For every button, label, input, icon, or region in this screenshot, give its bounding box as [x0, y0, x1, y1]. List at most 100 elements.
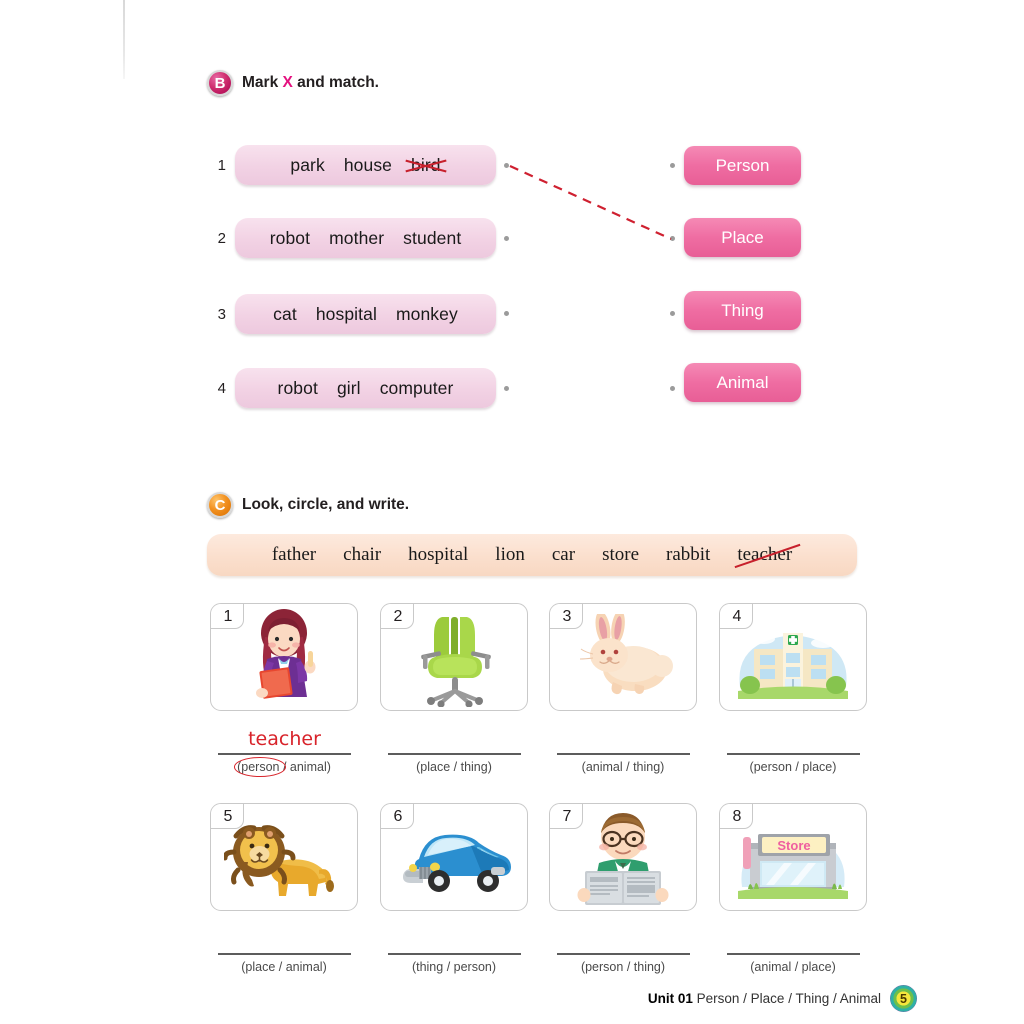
word-house-2: house [343, 154, 393, 175]
bank-word-rabbit: rabbit [666, 544, 711, 565]
row-number-3: 3 [217, 306, 226, 323]
word-group-4[interactable]: robot girl computer [235, 368, 496, 408]
choice-text-1[interactable]: (person / animal) [204, 757, 364, 777]
row-number-1: 1 [217, 157, 226, 174]
choice-5-option-b[interactable]: animal [286, 960, 323, 974]
bank-word-hospital: hospital [408, 544, 469, 565]
choice-4-option-b[interactable]: place [802, 760, 832, 774]
section-b-title-x: X [282, 74, 293, 91]
svg-text:Store: Store [777, 838, 810, 853]
connector-dot-row-1[interactable] [504, 163, 509, 168]
answer-line-2 [388, 753, 521, 755]
choice-2-option-a[interactable]: place [420, 760, 450, 774]
picture-card-8[interactable]: Store 8 [719, 803, 867, 911]
word-group-2[interactable]: robot mother student [235, 218, 496, 258]
choice-3-option-a[interactable]: animal [586, 760, 623, 774]
answer-text-1[interactable]: teacher [218, 728, 351, 750]
answer-line-6 [388, 953, 521, 955]
card-8-number: 8 [732, 808, 742, 825]
bank-word-father: father [271, 544, 317, 565]
section-c-header: C Look, circle, and write. [207, 492, 409, 518]
word-mother: mother [329, 227, 385, 248]
card-1-number: 1 [223, 608, 233, 625]
category-button-place[interactable]: Place [684, 218, 801, 257]
category-button-thing[interactable]: Thing [684, 291, 801, 330]
section-b-header: B Mark X and match. [207, 70, 379, 96]
bank-word-lion: lion [495, 544, 525, 565]
word-group-4-words: robot girl computer [278, 378, 454, 399]
word-robot-2: robot [277, 377, 318, 398]
card-5-number: 5 [223, 808, 233, 825]
choice-7-option-a[interactable]: person [585, 960, 623, 974]
word-group-3-words: cat hospital monkey [273, 304, 458, 325]
card-6-number: 6 [393, 808, 403, 825]
choice-1-option-a[interactable]: person [234, 757, 287, 777]
row-number-2: 2 [217, 230, 226, 247]
page-footer: Unit 01 Person / Place / Thing / Animal … [648, 985, 917, 1012]
word-bank-words: father chair hospital lion car store rabbit tea… [272, 544, 792, 566]
connector-dot-row-4[interactable] [504, 386, 509, 391]
word-group-1[interactable]: parkhousehousebird [235, 145, 496, 185]
section-b-title-prefix: Mark [242, 74, 283, 91]
choice-8-option-b[interactable]: place [802, 960, 832, 974]
row-number-4: 4 [217, 380, 226, 397]
word-bird: bird [411, 154, 441, 175]
choice-1-option-b[interactable]: animal [290, 760, 327, 774]
connector-dot-row-2[interactable] [504, 236, 509, 241]
choice-8-option-a[interactable]: animal [754, 960, 791, 974]
choice-4-option-a[interactable]: person [754, 760, 792, 774]
choice-text-5[interactable]: (place / animal) [204, 960, 364, 974]
picture-card-7[interactable]: 7 [549, 803, 697, 911]
choice-7-option-b[interactable]: thing [634, 960, 661, 974]
picture-card-4[interactable]: 4 [719, 603, 867, 711]
category-button-animal[interactable]: Animal [684, 363, 801, 402]
choice-6-option-b[interactable]: person [454, 960, 492, 974]
choice-text-7[interactable]: (person / thing) [543, 960, 703, 974]
word-bank[interactable]: father chair hospital lion car store rabbit tea… [207, 534, 857, 576]
connector-dot-animal[interactable] [670, 386, 675, 391]
word-computer: computer [379, 377, 454, 398]
section-c-title: Look, circle, and write. [242, 496, 410, 513]
card-2-number: 2 [393, 608, 403, 625]
binding-line [123, 0, 125, 79]
choice-5-option-a[interactable]: place [245, 960, 275, 974]
section-b-badge: B [207, 70, 233, 96]
word-group-3[interactable]: cat hospital monkey [235, 294, 496, 334]
footer-label: Unit 01 Person / Place / Thing / Animal [648, 991, 881, 1006]
word-robot: robot [269, 227, 311, 248]
connector-dot-person[interactable] [670, 163, 675, 168]
answer-line-8 [727, 953, 860, 955]
workbook-page: B Mark X and match. 1 2 3 4 parkhousehou… [0, 0, 1024, 1024]
word-monkey: monkey [395, 303, 458, 324]
choice-2-option-b[interactable]: thing [461, 760, 488, 774]
choice-6-option-a[interactable]: thing [416, 960, 443, 974]
bank-word-store: store [602, 544, 639, 565]
bank-word-teacher: teacher [737, 544, 793, 565]
word-cat: cat [273, 303, 297, 324]
match-line-row1-place [509, 164, 672, 241]
connector-dot-thing[interactable] [670, 311, 675, 316]
picture-card-2[interactable]: 2 [380, 603, 528, 711]
card-4-number: 4 [732, 608, 742, 625]
picture-card-3[interactable]: 3 [549, 603, 697, 711]
word-hospital: hospital [315, 303, 377, 324]
picture-card-6[interactable]: 6 [380, 803, 528, 911]
connector-dot-place[interactable] [670, 236, 675, 241]
picture-card-1[interactable]: 1 [210, 603, 358, 711]
answer-line-5 [218, 953, 351, 955]
word-group-2-words: robot mother student [270, 228, 462, 249]
answer-line-3 [557, 753, 690, 755]
answer-line-1 [218, 753, 351, 755]
footer-unit: Unit 01 [647, 991, 693, 1006]
word-park: park [290, 154, 325, 175]
answer-line-4 [727, 753, 860, 755]
choice-3-option-b[interactable]: thing [633, 760, 660, 774]
category-button-person[interactable]: Person [684, 146, 801, 185]
choice-text-6[interactable]: (thing / person) [374, 960, 534, 974]
picture-card-5[interactable]: 5 [210, 803, 358, 911]
choice-text-2[interactable]: (place / thing) [374, 760, 534, 774]
choice-text-3[interactable]: (animal / thing) [543, 760, 703, 774]
connector-dot-row-3[interactable] [504, 311, 509, 316]
choice-text-8[interactable]: (animal / place) [713, 960, 873, 974]
choice-text-4[interactable]: (person / place) [713, 760, 873, 774]
